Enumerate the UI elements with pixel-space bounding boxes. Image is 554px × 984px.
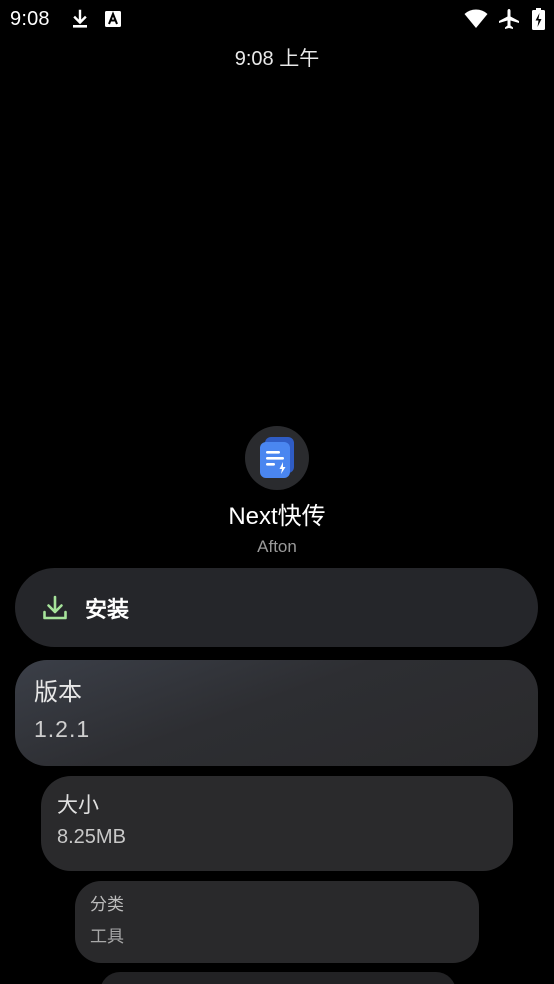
- size-value: 8.25MB: [57, 826, 126, 849]
- category-card: 分类 工具: [75, 881, 479, 963]
- download-icon: [70, 8, 90, 30]
- status-time: 9:08: [10, 8, 50, 30]
- size-label: 大小: [57, 794, 99, 817]
- next-transfer-app-icon: [260, 437, 294, 478]
- app-icon: [245, 426, 309, 490]
- app-developer: Afton: [257, 537, 297, 556]
- version-label: 版本: [34, 679, 82, 706]
- a-notification-icon: [104, 8, 122, 30]
- app-name: Next快传: [228, 503, 326, 530]
- wifi-icon: [464, 8, 488, 30]
- download-icon: [41, 594, 69, 622]
- size-card: 大小 8.25MB: [41, 776, 513, 871]
- category-label: 分类: [90, 895, 124, 914]
- airplane-mode-icon: [497, 8, 521, 30]
- battery-icon: [530, 8, 546, 30]
- install-label: 安装: [85, 596, 130, 622]
- category-value: 工具: [90, 926, 124, 946]
- version-card: 版本 1.2.1: [15, 660, 538, 766]
- status-bar: 9:08: [0, 0, 554, 38]
- app-install-screen: 9:08 9:08 上午 Next快传 Afton 安装 版本 1.2.1 大小…: [0, 0, 554, 984]
- next-info-card: [100, 972, 456, 984]
- clock-text: 9:08 上午: [234, 48, 320, 70]
- version-value: 1.2.1: [34, 716, 91, 743]
- install-button[interactable]: 安装: [15, 568, 538, 647]
